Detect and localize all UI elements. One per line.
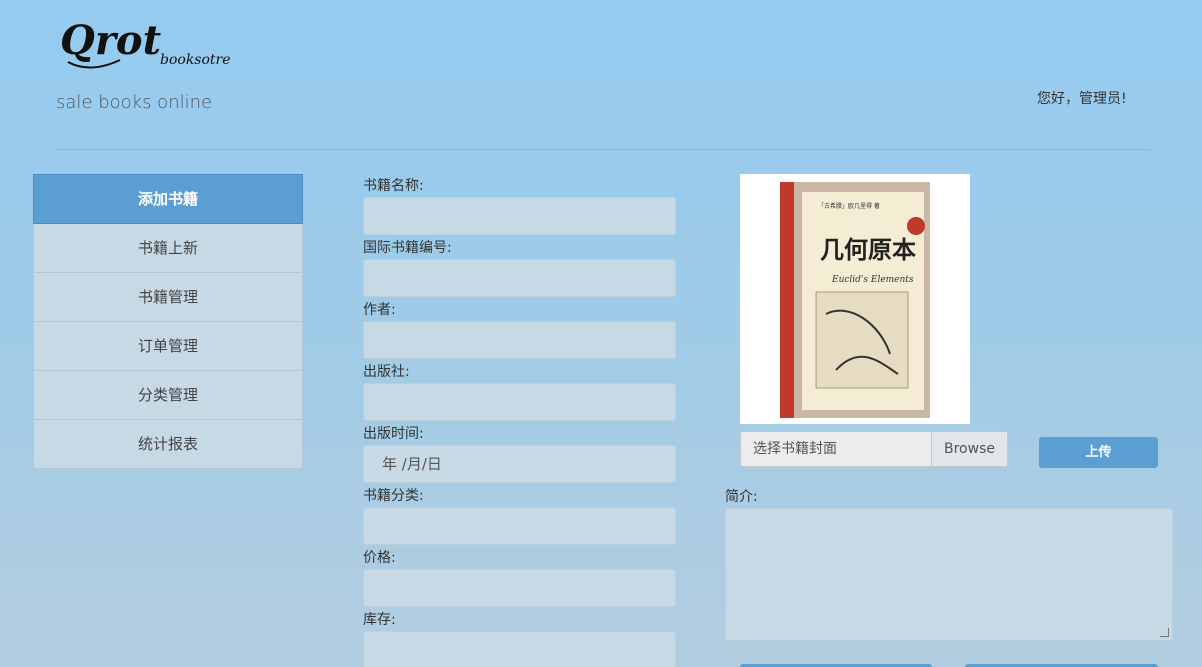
store-logo: Qrot booksotre: [60, 17, 231, 69]
category-label: 书籍分类:: [363, 488, 424, 504]
sidebar-item-new-books[interactable]: 书籍上新: [33, 224, 303, 273]
sidebar-item-statistics[interactable]: 统计报表: [33, 420, 303, 469]
intro-textarea[interactable]: [725, 508, 1173, 641]
publisher-input[interactable]: [363, 383, 676, 421]
sidebar-item-order-management[interactable]: 订单管理: [33, 322, 303, 371]
sidebar-item-add-book[interactable]: 添加书籍: [33, 174, 303, 224]
admin-greeting: 您好，管理员!: [1037, 91, 1127, 107]
price-input[interactable]: [363, 569, 676, 607]
author-label: 作者:: [363, 302, 396, 318]
sidebar-item-book-management[interactable]: 书籍管理: [33, 273, 303, 322]
cover-title: 几何原本: [820, 235, 916, 264]
resize-grip-icon[interactable]: [1160, 628, 1169, 637]
add-book-form: 书籍名称: 国际书籍编号: 作者: 出版社: 出版时间: 年 /月/日 书籍分类…: [363, 175, 678, 667]
publisher-label: 出版社:: [363, 364, 410, 380]
author-input[interactable]: [363, 321, 676, 359]
pubdate-label: 出版时间:: [363, 426, 424, 442]
isbn-label: 国际书籍编号:: [363, 240, 452, 256]
logo-sub: booksotre: [160, 52, 231, 68]
cover-file-placeholder: 选择书籍封面: [753, 441, 837, 457]
upload-button[interactable]: 上传: [1039, 437, 1158, 468]
tagline: sale books online: [56, 92, 213, 113]
sidebar-item-category-management[interactable]: 分类管理: [33, 371, 303, 420]
pubdate-input[interactable]: 年 /月/日: [363, 445, 676, 483]
book-name-input[interactable]: [363, 197, 676, 235]
category-input[interactable]: [363, 507, 676, 545]
intro-label: 简介:: [725, 489, 758, 505]
stock-label: 库存:: [363, 612, 396, 628]
header-divider: [56, 149, 1150, 150]
browse-button[interactable]: Browse: [931, 432, 1007, 466]
cover-file-input[interactable]: 选择书籍封面 Browse: [740, 431, 1008, 467]
book-cover-preview: 「古希腊」欧几里得 著 几何原本 Euclid's Elements: [740, 174, 970, 424]
stock-input[interactable]: [363, 631, 676, 667]
sidebar: 添加书籍 书籍上新 书籍管理 订单管理 分类管理 统计报表: [33, 174, 303, 469]
cover-series: 「古希腊」欧几里得 著: [818, 202, 880, 210]
price-label: 价格:: [363, 550, 396, 566]
book-name-label: 书籍名称:: [363, 178, 424, 194]
cover-english: Euclid's Elements: [831, 275, 914, 285]
isbn-input[interactable]: [363, 259, 676, 297]
logo-main: Qrot: [60, 17, 162, 64]
header: Qrot booksotre sale books online 您好，管理员!: [0, 0, 1202, 150]
